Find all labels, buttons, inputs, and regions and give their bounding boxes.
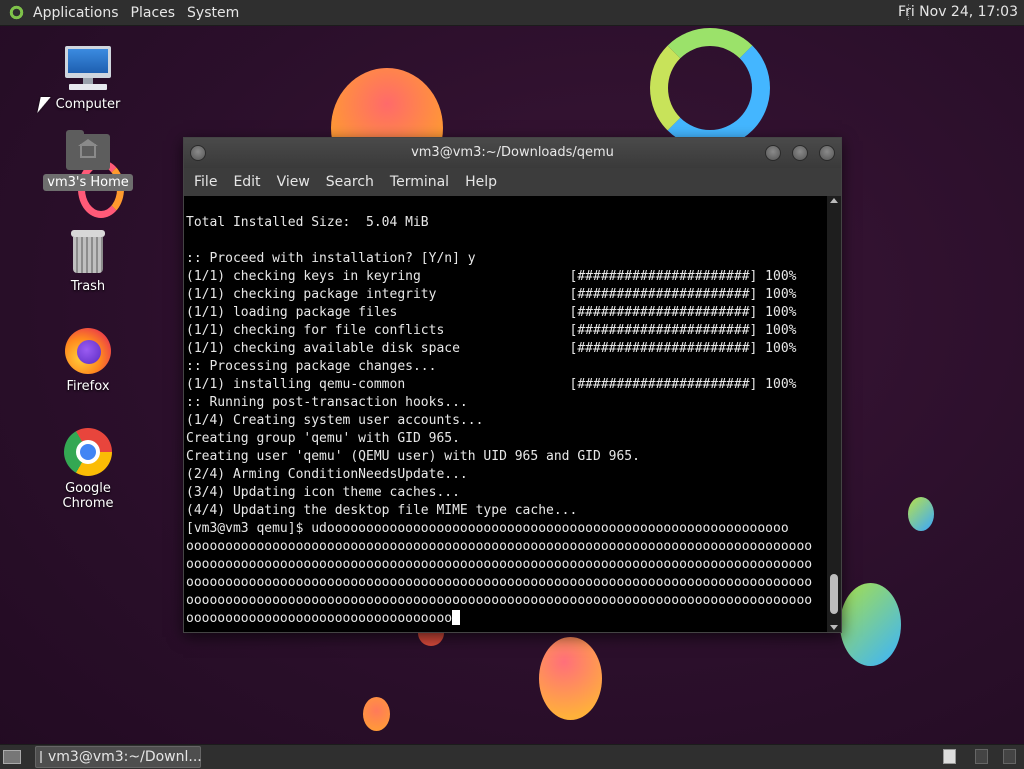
terminal-line: oooooooooooooooooooooooooooooooooooooooo… <box>186 557 813 572</box>
taskbar-item-terminal[interactable]: vm3@vm3:~/Downl... <box>35 746 202 768</box>
window-titlebar[interactable]: vm3@vm3:~/Downloads/qemu <box>184 138 841 168</box>
terminal-line: (1/1) checking available disk space [###… <box>186 341 797 356</box>
menu-search[interactable]: Search <box>318 174 382 190</box>
show-desktop-icon[interactable] <box>3 750 21 764</box>
terminal-line: Total Installed Size: 5.04 MiB <box>186 215 429 230</box>
terminal-line: (1/1) checking for file conflicts [#####… <box>186 323 797 338</box>
terminal-line: oooooooooooooooooooooooooooooooooooooooo… <box>186 593 813 608</box>
wallpaper-shape <box>363 697 390 731</box>
scroll-down-arrow-icon[interactable] <box>830 625 838 630</box>
firefox-icon <box>65 326 111 374</box>
terminal-line: oooooooooooooooooooooooooooooooooooooooo… <box>186 539 813 554</box>
terminal-line: (1/1) installing qemu-common [##########… <box>186 377 797 392</box>
computer-icon <box>63 46 113 92</box>
distro-logo-icon[interactable] <box>8 4 25 21</box>
terminal-line: (2/4) Arming ConditionNeedsUpdate... <box>186 467 468 482</box>
system-menu[interactable]: System <box>187 5 239 21</box>
home-folder-icon <box>66 130 110 170</box>
desktop-icon-home[interactable]: vm3's Home <box>38 130 138 191</box>
workspace-3[interactable] <box>1003 749 1016 764</box>
terminal-line: Creating group 'qemu' with GID 965. <box>186 431 460 446</box>
desktop-icon-trash[interactable]: Trash <box>38 230 138 295</box>
terminal-scrollbar[interactable] <box>827 196 841 632</box>
terminal-input-line: oooooooooooooooooooooooooooooooooo <box>186 610 825 628</box>
trash-icon <box>69 230 107 274</box>
bottom-panel: vm3@vm3:~/Downl... <box>0 744 1024 769</box>
desktop-icon-computer[interactable]: Computer <box>38 46 138 113</box>
wallpaper-shape <box>908 497 934 531</box>
terminal-line-text: oooooooooooooooooooooooooooooooooo <box>186 611 453 626</box>
chrome-icon <box>64 428 112 476</box>
top-panel: Applications Places System Fri Nov 24, 1… <box>0 0 1024 26</box>
terminal-line: :: Processing package changes... <box>186 359 437 374</box>
terminal-line: (1/1) checking keys in keyring [########… <box>186 269 797 284</box>
menu-file[interactable]: File <box>186 174 225 190</box>
clock[interactable]: Fri Nov 24, 17:03 <box>898 4 1018 20</box>
menu-help[interactable]: Help <box>457 174 505 190</box>
window-menu-button[interactable] <box>190 145 206 161</box>
places-menu[interactable]: Places <box>131 5 176 21</box>
terminal-window: vm3@vm3:~/Downloads/qemu File Edit View … <box>183 137 842 633</box>
wallpaper-shape <box>840 583 901 666</box>
minimize-button[interactable] <box>765 145 781 161</box>
menu-edit[interactable]: Edit <box>225 174 268 190</box>
workspace-1[interactable] <box>943 749 956 764</box>
terminal-line: (4/4) Updating the desktop file MIME typ… <box>186 503 578 518</box>
terminal-icon <box>40 751 42 763</box>
terminal-line: :: Running post-transaction hooks... <box>186 395 468 410</box>
text-cursor <box>452 610 461 625</box>
desktop-icon-label: Computer <box>55 97 121 112</box>
desktop-icon-label: Google Chrome <box>62 481 114 511</box>
desktop-icon-chrome[interactable]: Google Chrome <box>38 428 138 512</box>
desktop-icon-label: vm3's Home <box>43 174 133 191</box>
terminal-line: oooooooooooooooooooooooooooooooooooooooo… <box>186 575 813 590</box>
terminal-line: Creating user 'qemu' (QEMU user) with UI… <box>186 449 640 464</box>
maximize-button[interactable] <box>792 145 808 161</box>
scrollbar-thumb[interactable] <box>830 574 838 614</box>
window-title: vm3@vm3:~/Downloads/qemu <box>411 145 614 160</box>
workspace-2[interactable] <box>975 749 988 764</box>
menu-terminal[interactable]: Terminal <box>382 174 457 190</box>
terminal-line: (1/1) loading package files [###########… <box>186 305 797 320</box>
menu-view[interactable]: View <box>269 174 318 190</box>
terminal-line: (1/4) Creating system user accounts... <box>186 413 484 428</box>
terminal-prompt-line: [vm3@vm3 qemu]$ udoooooooooooooooooooooo… <box>186 521 789 536</box>
close-button[interactable] <box>819 145 835 161</box>
taskbar-item-label: vm3@vm3:~/Downl... <box>48 749 202 765</box>
desktop-icon-label: Trash <box>70 279 106 294</box>
terminal-output[interactable]: Total Installed Size: 5.04 MiB :: Procee… <box>184 196 825 632</box>
desktop-icon-label: Firefox <box>66 379 110 394</box>
terminal-menubar: File Edit View Search Terminal Help <box>184 168 841 196</box>
wallpaper-shape <box>539 637 602 720</box>
scroll-up-arrow-icon[interactable] <box>830 198 838 203</box>
terminal-line: (3/4) Updating icon theme caches... <box>186 485 460 500</box>
applications-menu[interactable]: Applications <box>33 5 119 21</box>
wallpaper-ring <box>650 28 770 148</box>
desktop-icon-firefox[interactable]: Firefox <box>38 326 138 395</box>
terminal-line: :: Proceed with installation? [Y/n] y <box>186 251 476 266</box>
terminal-line: (1/1) checking package integrity [######… <box>186 287 797 302</box>
